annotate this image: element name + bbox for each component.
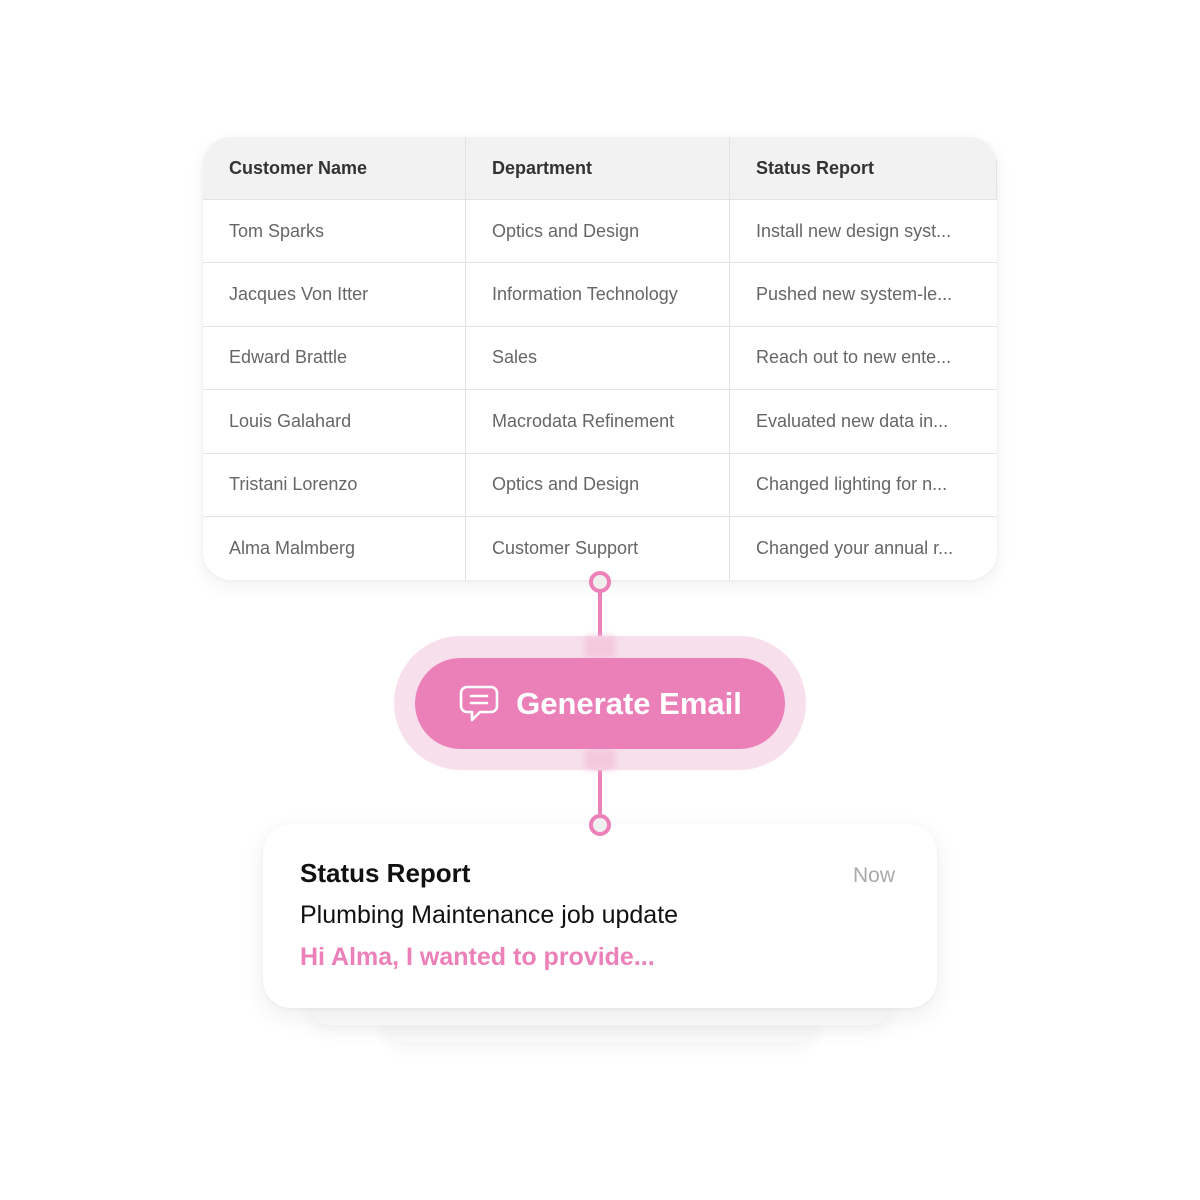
generate-email-label: Generate Email [516, 685, 742, 721]
cell-status-report: Changed lighting for n... [730, 454, 997, 517]
cell-department: Macrodata Refinement [466, 390, 730, 454]
email-title: Status Report [300, 858, 471, 888]
cell-department: Optics and Design [466, 200, 730, 264]
column-header-department[interactable]: Department [466, 137, 730, 200]
customer-table: Customer Name Department Status Report T… [203, 137, 997, 580]
connector-glow-top [585, 636, 615, 658]
connector-line-bottom [598, 768, 602, 814]
cell-customer-name: Tristani Lorenzo [203, 453, 466, 517]
cell-department: Sales [466, 326, 730, 391]
cell-customer-name: Alma Malmberg [203, 516, 466, 580]
connector-node-top [589, 571, 611, 593]
cell-customer-name: Edward Brattle [203, 326, 466, 391]
connector-line-top [598, 592, 602, 638]
connector-node-bottom [589, 814, 611, 836]
cell-customer-name: Jacques Von Itter [203, 263, 466, 327]
email-preview-card[interactable]: Status Report Now Plumbing Maintenance j… [263, 824, 937, 1008]
cell-status-report: Reach out to new ente... [730, 327, 997, 391]
cell-customer-name: Tom Sparks [203, 200, 466, 264]
column-header-customer-name[interactable]: Customer Name [203, 137, 466, 200]
table-grid: Customer Name Department Status Report T… [203, 137, 997, 580]
email-subject: Plumbing Maintenance job update [300, 901, 679, 929]
cell-status-report: Changed your annual r... [756, 538, 954, 559]
cell-status-report: Pushed new system-le... [730, 263, 997, 327]
cell-customer-name: Louis Galahard [203, 390, 466, 454]
cell-status-report: Evaluated new data in... [730, 390, 997, 454]
cell-status-report: Install new design syst... [730, 200, 997, 264]
email-timestamp: Now [852, 864, 895, 887]
cell-department: Optics and Design [466, 453, 730, 517]
generate-email-button[interactable]: Generate Email [415, 658, 785, 749]
column-header-status-report[interactable]: Status Report [730, 137, 997, 200]
connector-glow-bottom [585, 749, 615, 770]
cell-department: Information Technology [466, 263, 730, 327]
chat-bubble-icon [458, 683, 500, 725]
email-preview-text: Hi Alma, I wanted to provide... [300, 943, 655, 971]
